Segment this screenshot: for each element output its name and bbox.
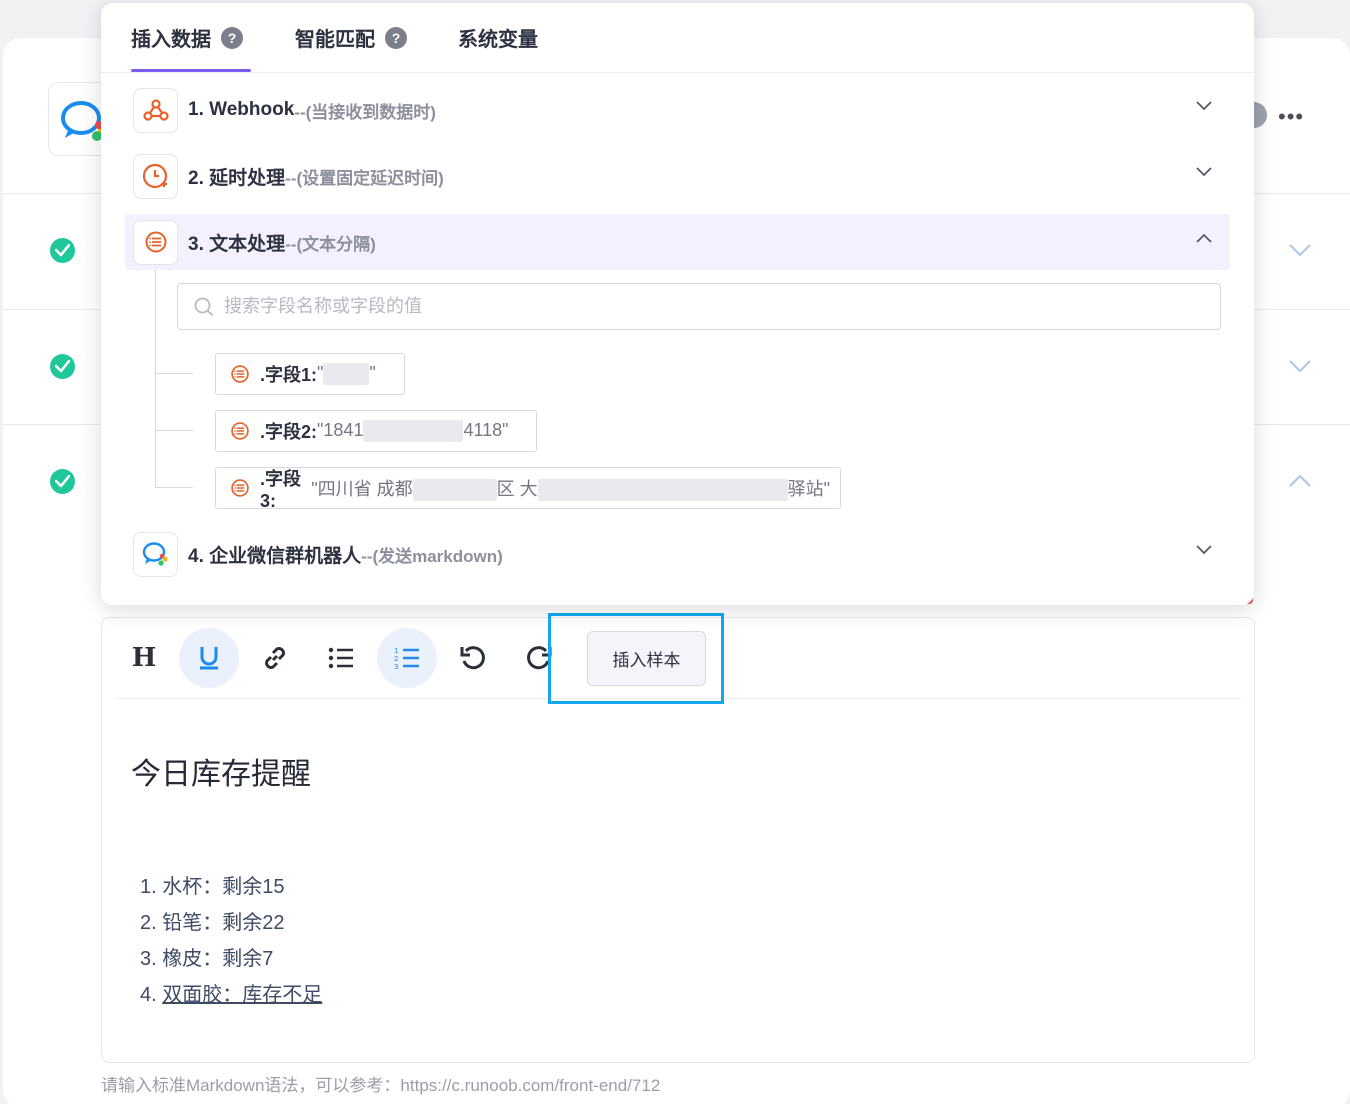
undo-button[interactable] xyxy=(443,628,503,688)
underline-icon xyxy=(200,647,218,670)
wecom-icon xyxy=(133,531,178,577)
step-item-webhook[interactable]: 1. Webhook --(当接收到数据时) xyxy=(125,82,1230,138)
field-value-end: 4118" xyxy=(463,419,509,440)
document-list: 1. 水杯：剩余15 2. 铅笔：剩余22 3. 橡皮：剩余7 4. 双面胶：库… xyxy=(140,869,322,1013)
list-item: 1. 水杯：剩余15 xyxy=(140,876,285,898)
step-subtitle: --(当接收到数据时) xyxy=(294,102,436,122)
field-value-end: 驿站" xyxy=(787,478,830,499)
text-split-icon xyxy=(230,421,250,441)
svg-text:3: 3 xyxy=(394,663,398,670)
svg-text:2: 2 xyxy=(394,655,398,663)
bullet-list-icon xyxy=(328,647,353,669)
field-value-middle: 区 大 xyxy=(496,478,538,499)
tree-line xyxy=(155,270,156,488)
highlight-frame xyxy=(548,613,724,704)
chevron-down-icon[interactable] xyxy=(1196,101,1212,111)
link-icon xyxy=(265,647,285,669)
chevron-down-icon[interactable] xyxy=(1196,545,1212,555)
underline-button[interactable] xyxy=(179,628,239,688)
popover-tabs: 插入数据 ? 智能匹配 ? 系统变量 xyxy=(101,3,1254,73)
field-value: " " xyxy=(317,362,376,386)
tab-insert-data[interactable]: 插入数据 ? xyxy=(131,23,243,52)
field-value-start: "1841 xyxy=(317,419,364,440)
step-subtitle: --(设置固定延迟时间) xyxy=(285,168,444,188)
active-tab-indicator xyxy=(131,69,251,72)
tab-label: 智能匹配 xyxy=(295,29,375,51)
tab-label: 插入数据 xyxy=(131,29,211,51)
editor-hint: 请输入标准Markdown语法，可以参考：https://c.runoob.co… xyxy=(101,1076,661,1095)
bullet-list-button[interactable] xyxy=(311,628,371,688)
step-item-delay[interactable]: 2. 延时处理 --(设置固定延迟时间) xyxy=(125,148,1230,204)
list-item-number: 4. xyxy=(140,984,163,1006)
ordered-list-icon: 123 xyxy=(394,647,419,670)
chevron-down-icon[interactable] xyxy=(1289,243,1311,257)
tab-system-variables[interactable]: 系统变量 xyxy=(458,23,538,52)
field-search xyxy=(177,283,1221,330)
step-success-check-icon xyxy=(50,354,75,379)
step-item-wecom-robot[interactable]: 4. 企业微信群机器人 --(发送markdown) xyxy=(125,526,1230,582)
chevron-up-icon[interactable] xyxy=(1289,474,1311,488)
redacted-text xyxy=(412,479,497,502)
webhook-icon xyxy=(133,87,178,133)
help-icon[interactable]: ? xyxy=(221,26,243,49)
list-item-underlined-text: 双面胶：库存不足 xyxy=(162,984,323,1006)
clock-icon xyxy=(133,153,178,199)
step-subtitle: --(文本分隔) xyxy=(285,234,376,254)
document-heading: 今日库存提醒 xyxy=(131,758,311,791)
step-title: 4. 企业微信群机器人 xyxy=(188,545,362,567)
heading-button[interactable]: H xyxy=(114,628,174,688)
more-menu-icon[interactable]: ••• xyxy=(1278,104,1304,130)
search-input[interactable] xyxy=(224,296,1124,317)
field-name: .字段2: xyxy=(260,422,318,442)
field-value-end: " xyxy=(369,362,376,383)
field-name: .字段3: xyxy=(260,468,302,511)
list-item: 2. 铅笔：剩余22 xyxy=(140,912,285,934)
insert-data-popover: 插入数据 ? 智能匹配 ? 系统变量 1. Webhook --(当接收到数据时… xyxy=(101,3,1254,605)
chevron-up-icon[interactable] xyxy=(1196,233,1212,243)
chevron-down-icon[interactable] xyxy=(1289,359,1311,373)
tree-line xyxy=(155,487,193,488)
step-success-check-icon xyxy=(50,238,75,263)
svg-text:1: 1 xyxy=(394,647,398,655)
redacted-text xyxy=(323,363,370,386)
step-title: 1. Webhook xyxy=(188,99,295,120)
step-title: 2. 延时处理 xyxy=(188,167,286,189)
step-title: 3. 文本处理 xyxy=(188,233,286,255)
field-value-start: "四川省 成都 xyxy=(311,478,413,499)
list-item: 4. 双面胶：库存不足 xyxy=(140,977,322,1013)
field-value: "四川省 成都 区 大 驿站" xyxy=(311,475,830,502)
field-item-2[interactable]: .字段2: "1841 4118" xyxy=(215,410,537,452)
field-name: .字段1: xyxy=(260,365,318,385)
tree-line xyxy=(155,430,193,431)
tab-label: 系统变量 xyxy=(458,29,538,51)
step-success-check-icon xyxy=(50,469,75,494)
text-split-icon xyxy=(230,478,250,498)
text-split-icon xyxy=(133,219,178,265)
ordered-list-button[interactable]: 123 xyxy=(377,628,437,688)
heading-icon: H xyxy=(131,643,157,673)
text-split-icon xyxy=(230,364,250,384)
help-icon[interactable]: ? xyxy=(385,26,407,49)
list-item: 3. 橡皮：剩余7 xyxy=(140,948,274,970)
tab-smart-match[interactable]: 智能匹配 ? xyxy=(295,23,407,52)
undo-icon xyxy=(460,646,485,670)
link-button[interactable] xyxy=(245,628,305,688)
redacted-text xyxy=(363,420,464,443)
field-item-3[interactable]: .字段3: "四川省 成都 区 大 驿站" xyxy=(215,467,841,511)
tree-line xyxy=(155,373,193,374)
redacted-text xyxy=(537,479,788,502)
field-item-1[interactable]: .字段1: " " xyxy=(215,353,405,395)
chevron-down-icon[interactable] xyxy=(1196,167,1212,177)
search-icon xyxy=(194,297,214,316)
step-subtitle: --(发送markdown) xyxy=(361,546,503,566)
step-item-text-processing[interactable]: 3. 文本处理 --(文本分隔) xyxy=(125,214,1230,270)
field-value: "1841 4118" xyxy=(317,419,509,443)
